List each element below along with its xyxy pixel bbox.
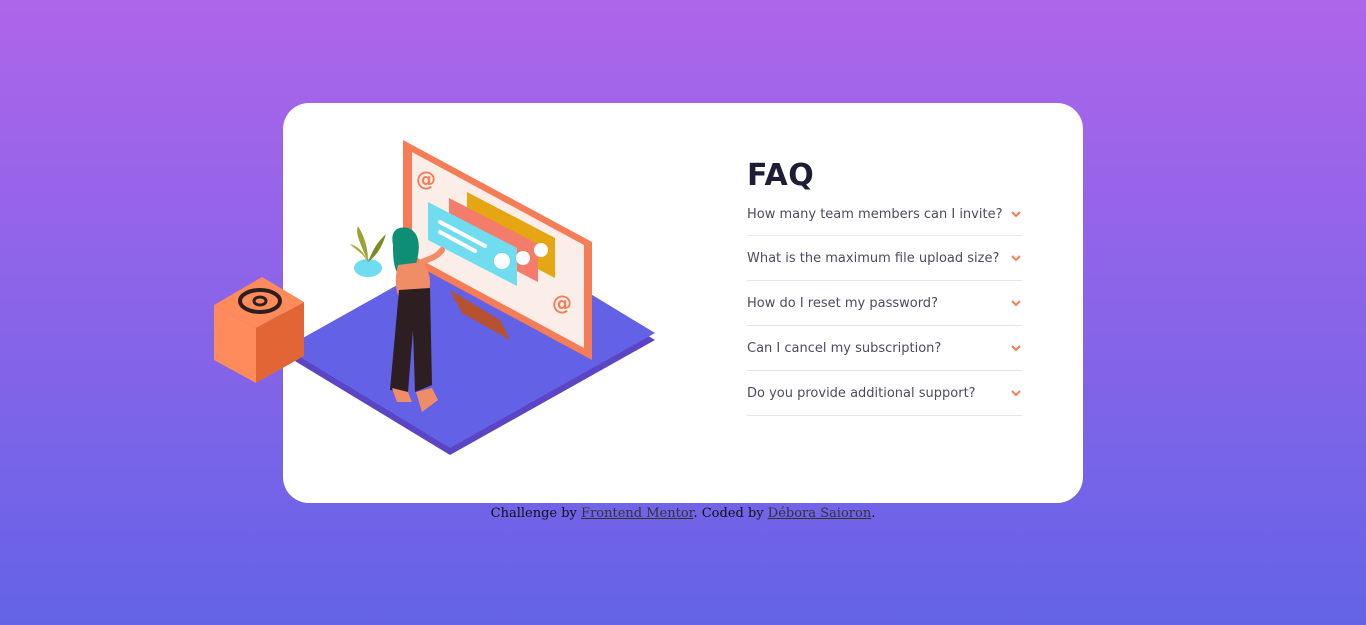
faq-item[interactable]: How many team members can I invite?	[747, 194, 1022, 236]
author-link[interactable]: Débora Saioron	[768, 506, 871, 521]
plant-pot	[354, 259, 382, 277]
faq-question: Can I cancel my subscription?	[747, 340, 942, 356]
attribution-suffix: .	[871, 506, 876, 521]
faq-item[interactable]: How do I reset my password?	[747, 281, 1022, 326]
chevron-down-icon[interactable]	[1011, 254, 1021, 262]
at-icon: @	[552, 291, 572, 315]
at-icon: @	[416, 167, 436, 191]
faq-item[interactable]: Do you provide additional support?	[747, 371, 1022, 416]
chevron-down-icon[interactable]	[1011, 211, 1021, 218]
attribution-prefix: Challenge by	[490, 506, 577, 521]
chevron-down-icon[interactable]	[1011, 389, 1021, 397]
faq-section: FAQ How many team members can I invite? …	[747, 158, 1022, 416]
faq-title: FAQ	[747, 158, 815, 193]
faq-question: How do I reset my password?	[747, 295, 938, 311]
woman-online-illustration: @ @	[214, 140, 655, 455]
frontend-mentor-link[interactable]: Frontend Mentor	[581, 506, 693, 521]
attribution: Challenge by Frontend Mentor. Coded by D…	[0, 506, 1366, 521]
faq-question: Do you provide additional support?	[747, 385, 976, 401]
faq-item[interactable]: Can I cancel my subscription?	[747, 326, 1022, 371]
faq-question: What is the maximum file upload size?	[747, 250, 1000, 266]
faq-question: How many team members can I invite?	[747, 207, 1003, 222]
attribution-middle: . Coded by	[693, 506, 764, 521]
plant-icon	[357, 226, 368, 262]
chevron-down-icon[interactable]	[1011, 344, 1021, 352]
faq-item[interactable]: What is the maximum file upload size?	[747, 236, 1022, 281]
chevron-down-icon[interactable]	[1011, 299, 1021, 307]
